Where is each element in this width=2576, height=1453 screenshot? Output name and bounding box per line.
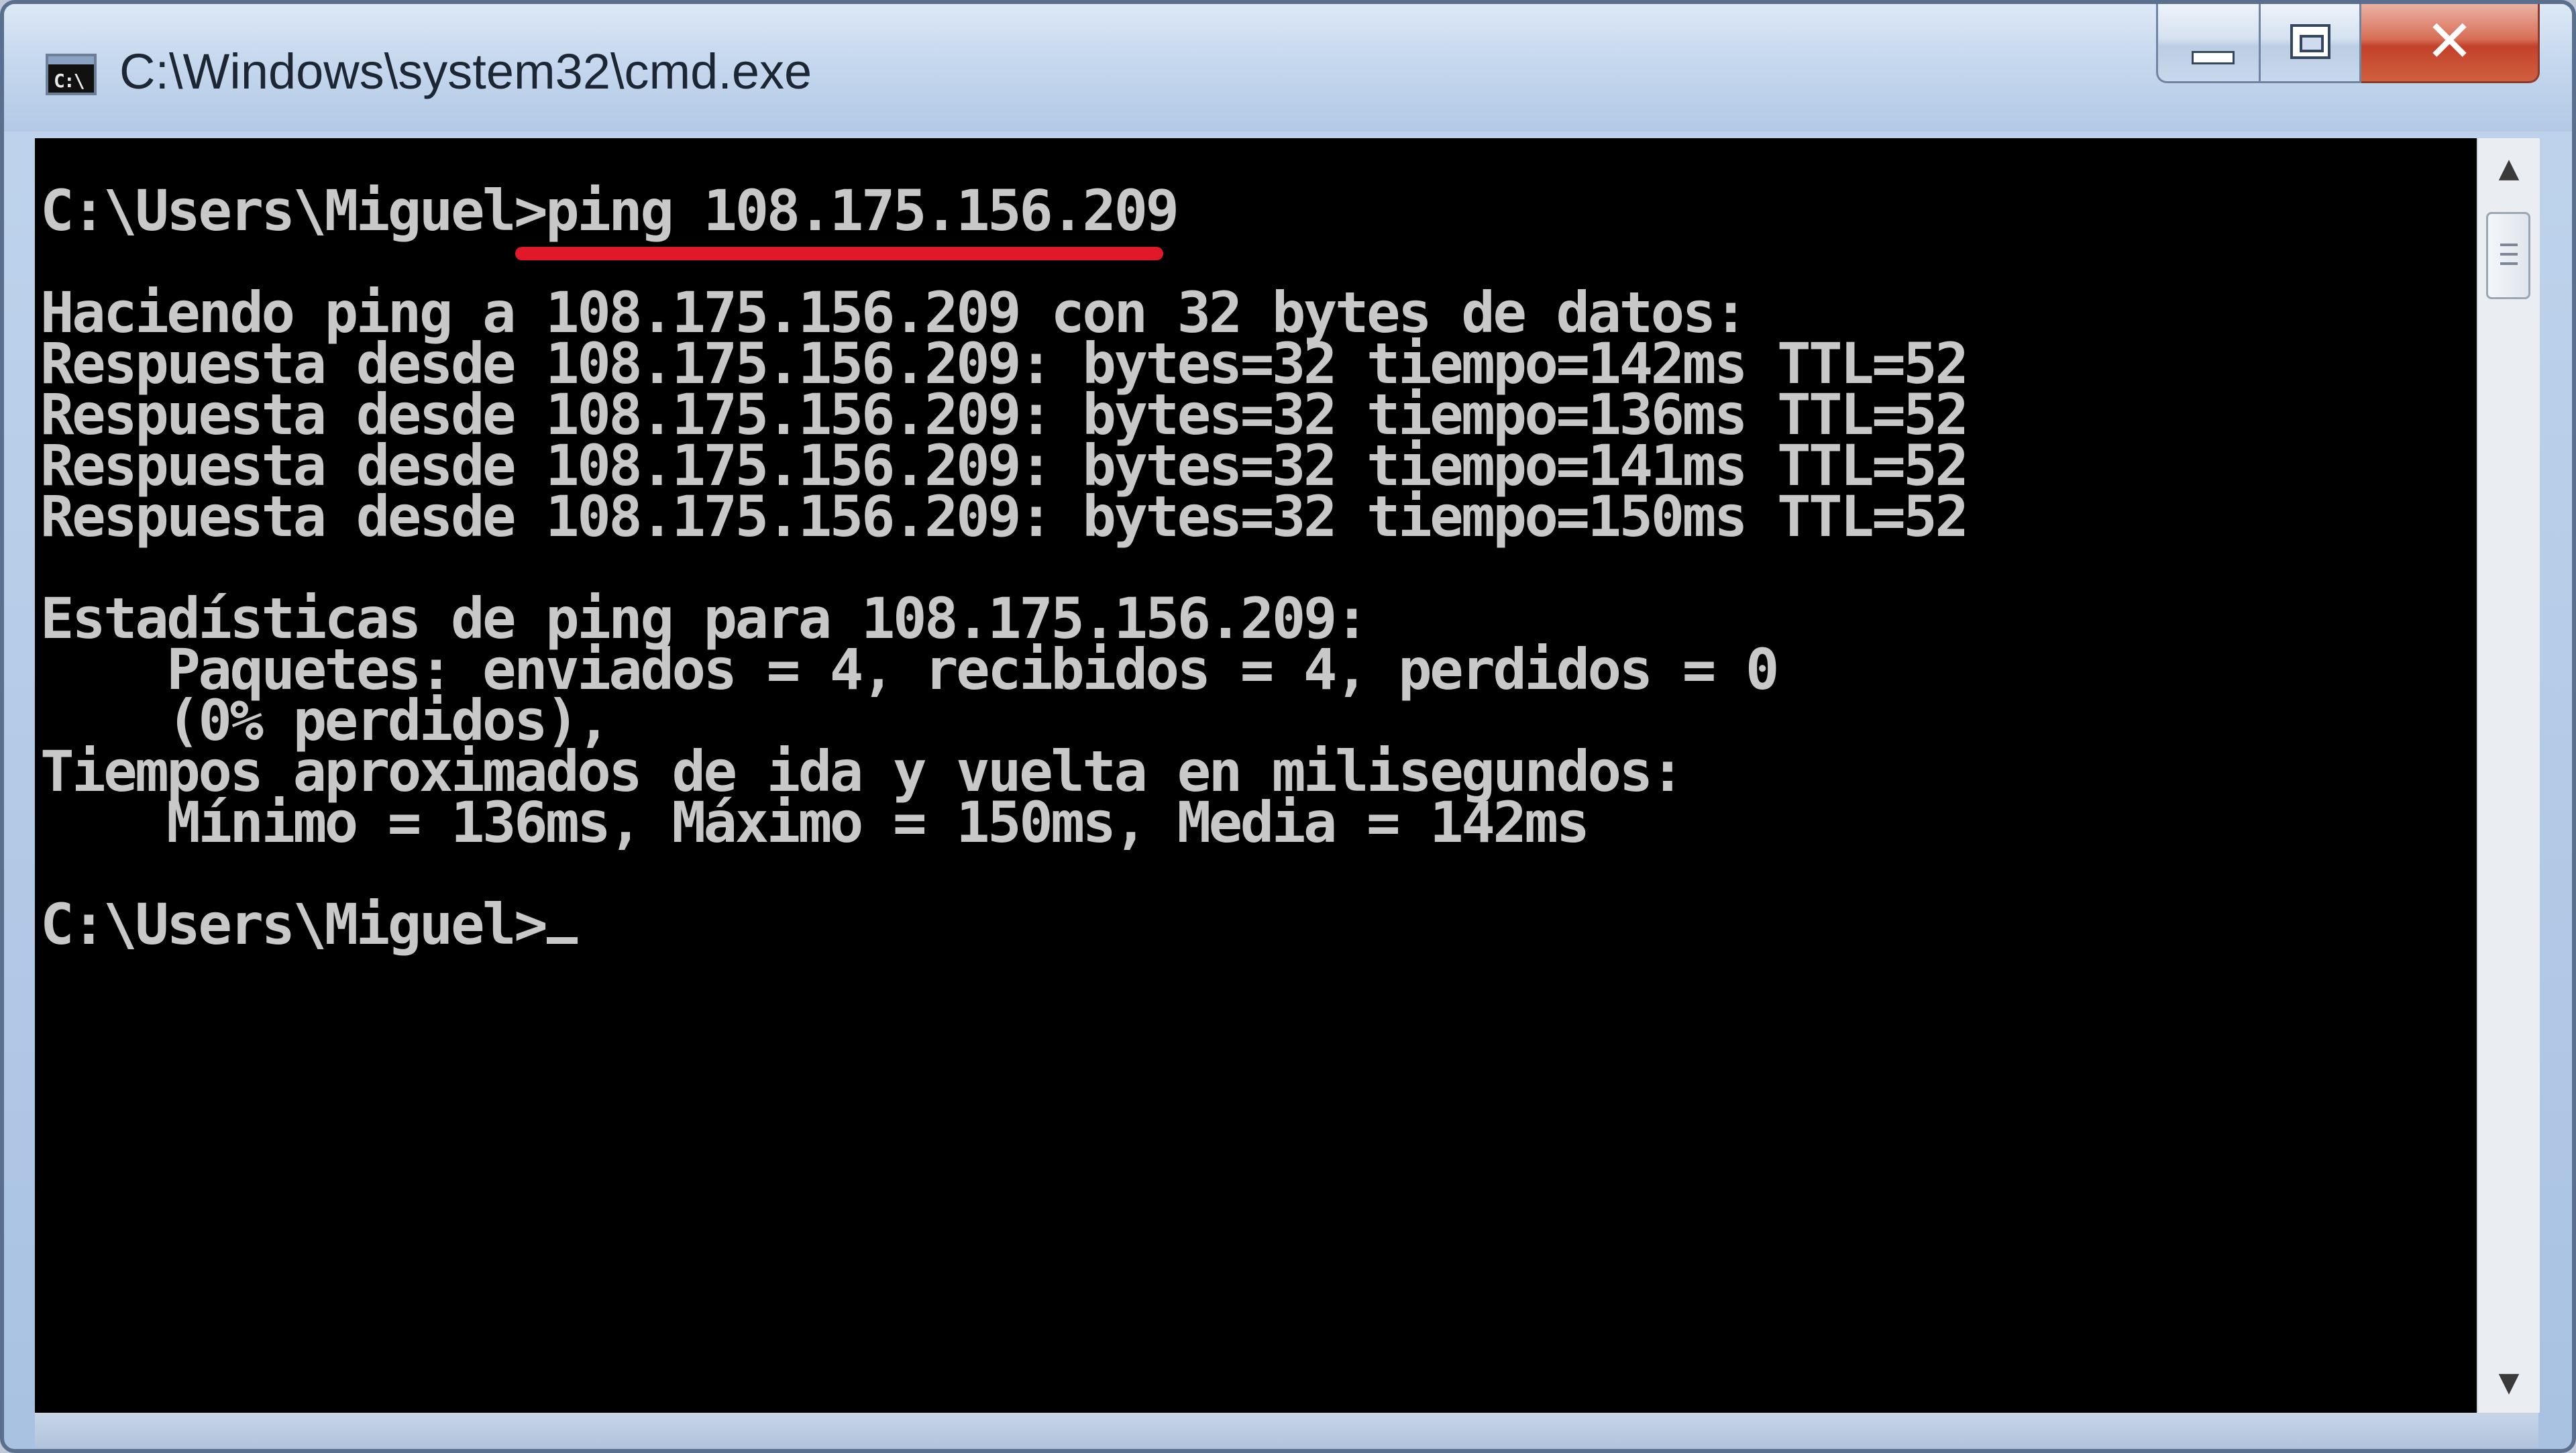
console-prompt-line[interactable]: C:\Users\Miguel> <box>40 896 1966 953</box>
close-button[interactable]: ✕ <box>2361 4 2540 83</box>
caption-buttons: ✕ <box>2156 4 2540 90</box>
minimize-icon <box>2192 51 2235 64</box>
title-bar[interactable]: C:\ C:\Windows\system32\cmd.exe ✕ <box>4 4 2572 131</box>
vertical-scrollbar[interactable]: ▲ ▼ <box>2477 138 2540 1413</box>
window-bottom-border <box>35 1413 2538 1448</box>
maximize-button[interactable] <box>2261 4 2361 83</box>
console-prompt: C:\Users\Miguel> <box>40 892 548 957</box>
grip-line <box>2500 253 2518 256</box>
scroll-down-icon[interactable]: ▼ <box>2478 1352 2540 1413</box>
minimize-button[interactable] <box>2156 4 2261 83</box>
maximize-icon <box>2290 24 2330 59</box>
scroll-up-icon[interactable]: ▲ <box>2478 138 2540 199</box>
cmd-icon-label: C:\ <box>54 70 85 92</box>
close-icon: ✕ <box>2425 8 2474 75</box>
text-cursor <box>547 937 578 944</box>
scrollbar-thumb[interactable] <box>2486 212 2530 299</box>
window-title: C:\Windows\system32\cmd.exe <box>119 44 812 99</box>
cmd-icon[interactable]: C:\ <box>46 54 97 95</box>
grip-line <box>2500 262 2518 265</box>
console-line-reply-4: Respuesta desde 108.175.156.209: bytes=3… <box>40 484 1969 549</box>
console-area[interactable]: C:\Users\Miguel>ping 108.175.156.209 Haci… <box>35 138 2477 1413</box>
console-line-times: Mínimo = 136ms, Máximo = 150ms, Media = … <box>40 790 1590 855</box>
cmd-window: C:\ C:\Windows\system32\cmd.exe ✕ C:\Use… <box>0 0 2576 1453</box>
console-line-command: C:\Users\Miguel>ping 108.175.156.209 <box>40 178 1179 244</box>
console-output: C:\Users\Miguel>ping 108.175.156.209 Haci… <box>40 178 1969 953</box>
grip-line <box>2500 244 2518 246</box>
